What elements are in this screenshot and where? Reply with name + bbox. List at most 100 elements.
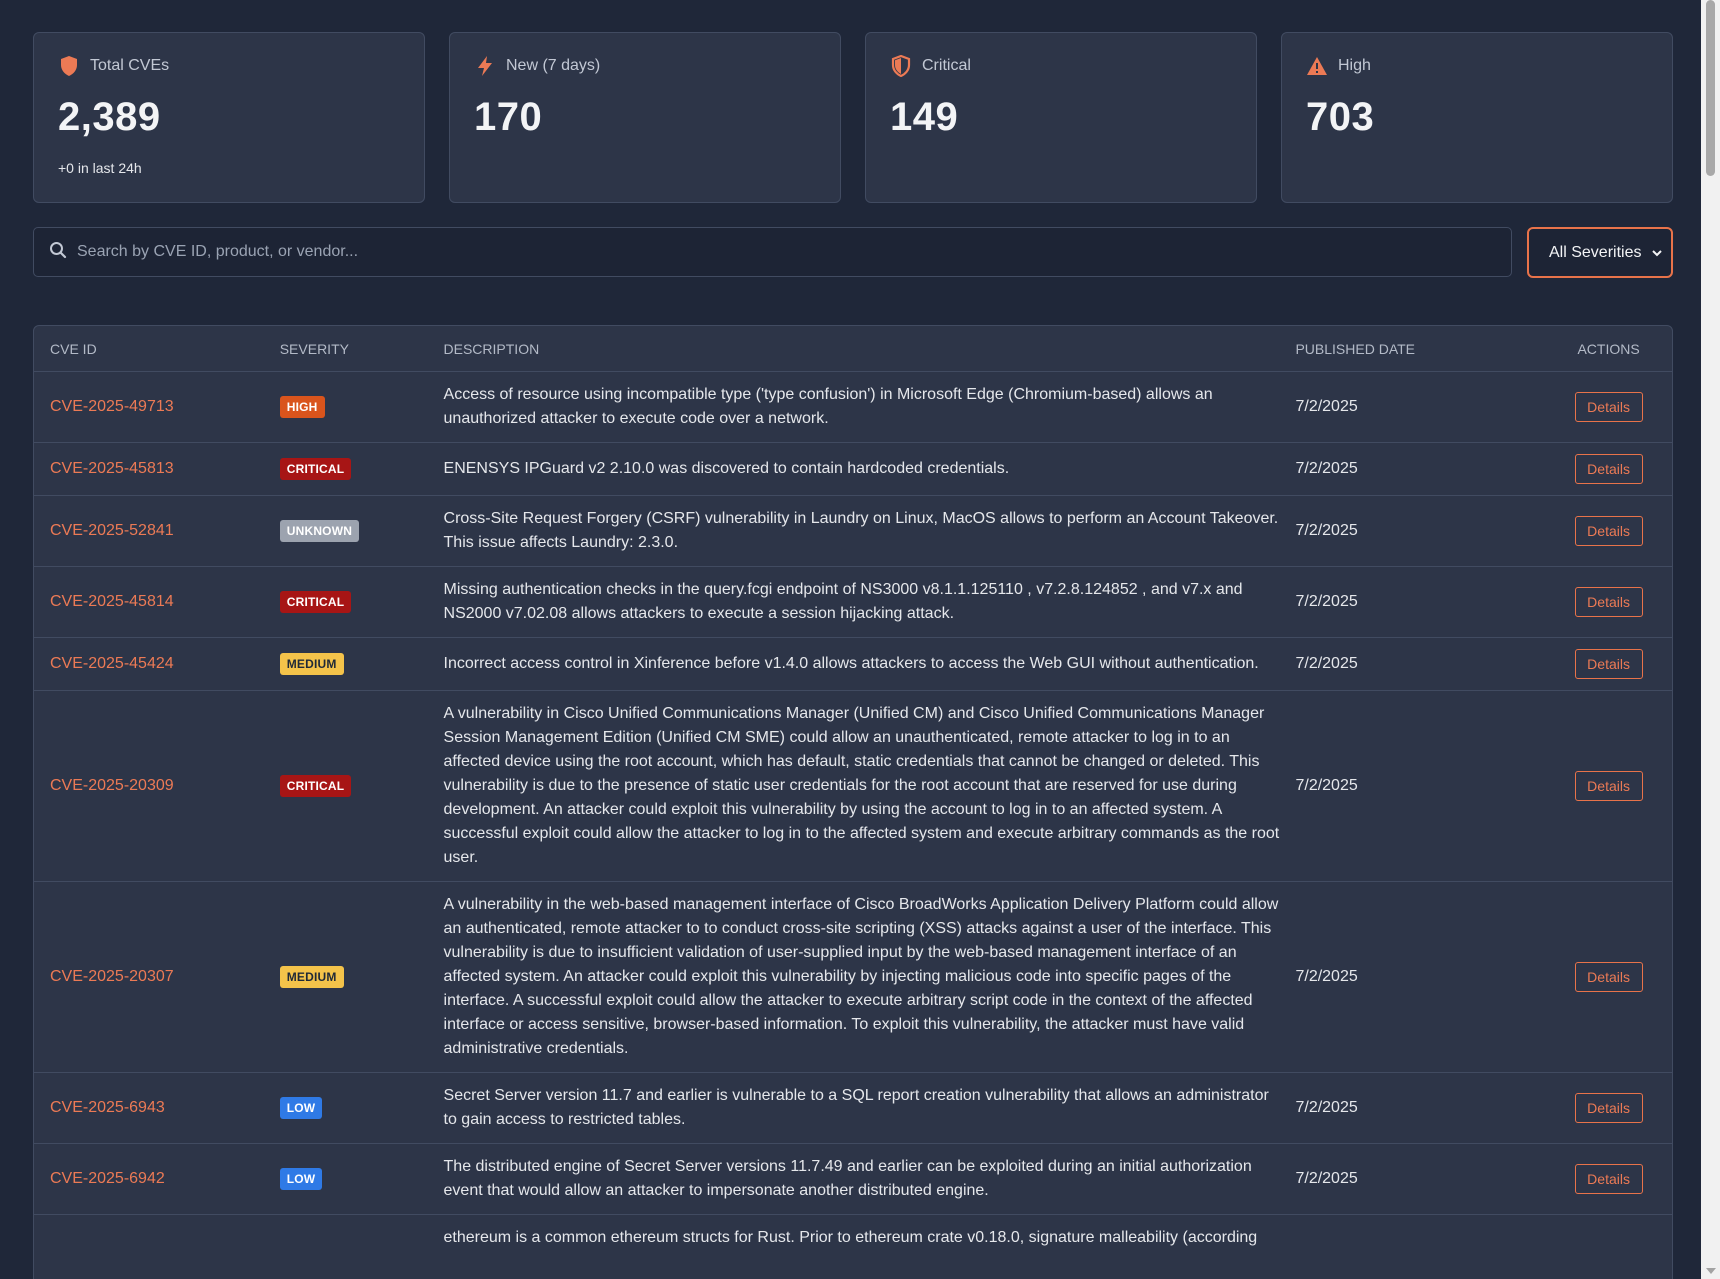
- details-button[interactable]: Details: [1574, 516, 1643, 546]
- cve-id-link[interactable]: CVE-2025-6943: [50, 1099, 165, 1116]
- details-button[interactable]: Details: [1574, 392, 1643, 422]
- cve-id-link[interactable]: CVE-2025-45424: [50, 655, 174, 672]
- stat-value: 2,389: [58, 95, 161, 139]
- cell-severity: UNKNOWN: [279, 520, 444, 542]
- cell-cve-id: CVE-2025-49713: [34, 398, 280, 416]
- details-button[interactable]: Details: [1574, 454, 1643, 484]
- cve-id-link[interactable]: CVE-2025-20309: [50, 777, 174, 794]
- cell-description: A vulnerability in the web-based managem…: [443, 896, 1279, 1057]
- cell-published-date: 7/2/2025: [1295, 593, 1358, 610]
- chevron-down-icon: [1651, 243, 1663, 268]
- cell-actions: Details: [1545, 392, 1672, 422]
- table-body: CVE-2025-49713 HIGH Access of resource usi…: [34, 372, 1672, 1261]
- scroll-down-arrow[interactable]: [1706, 1268, 1716, 1274]
- cell-description: ENENSYS IPGuard v2 2.10.0 was discovered…: [443, 460, 1010, 477]
- cell-published-date: 7/2/2025: [1295, 460, 1358, 477]
- stat-card-critical: Critical 149: [865, 32, 1257, 203]
- stat-value: 149: [890, 95, 959, 139]
- cell-actions: Details: [1545, 649, 1672, 679]
- severity-badge: MEDIUM: [279, 966, 344, 988]
- cve-id-link[interactable]: CVE-2025-52841: [50, 522, 174, 539]
- details-button[interactable]: Details: [1574, 649, 1643, 679]
- cve-id-link[interactable]: CVE-2025-6942: [50, 1170, 165, 1187]
- details-button[interactable]: Details: [1574, 587, 1643, 617]
- cell-severity: HIGH: [279, 396, 444, 418]
- cell-description: Missing authentication checks in the que…: [443, 581, 1243, 622]
- search-icon: [49, 241, 67, 264]
- table-row: CVE-2025-20309 CRITICAL A vulnerability in…: [34, 691, 1672, 882]
- search-box[interactable]: [33, 227, 1512, 277]
- cell-published-date: 7/2/2025: [1295, 777, 1358, 794]
- header-severity: SEVERITY: [279, 340, 349, 357]
- table-row: CVE-2025-45813 CRITICAL ENENSYS IPGuard v2…: [34, 443, 1672, 496]
- table-header: CVE ID SEVERITY DESCRIPTION PUBLISHED DA…: [34, 326, 1672, 372]
- cve-id-link[interactable]: CVE-2025-20307: [50, 968, 174, 985]
- stat-card-new: New (7 days) 170: [449, 32, 841, 203]
- scrollbar-thumb[interactable]: [1706, 0, 1715, 176]
- header-published-date: PUBLISHED DATE: [1295, 340, 1416, 357]
- cell-cve-id: CVE-2025-45813: [34, 460, 280, 478]
- header-description: DESCRIPTION: [443, 340, 540, 357]
- severity-filter-select[interactable]: All Severities: [1527, 227, 1673, 278]
- severity-badge: MEDIUM: [279, 653, 344, 675]
- cell-published-date: 7/2/2025: [1295, 968, 1358, 985]
- severity-badge: CRITICAL: [279, 591, 352, 613]
- cell-description: Secret Server version 11.7 and earlier i…: [443, 1087, 1269, 1128]
- cell-actions: Details: [1545, 587, 1672, 617]
- details-button[interactable]: Details: [1574, 962, 1643, 992]
- cell-description: ethereum is a common ethereum structs fo…: [443, 1229, 1258, 1246]
- cell-cve-id: CVE-2025-20307: [34, 968, 280, 986]
- stat-label: Critical: [922, 57, 971, 74]
- cve-id-link[interactable]: CVE-2025-45814: [50, 593, 174, 610]
- cell-severity: MEDIUM: [279, 653, 444, 675]
- details-button[interactable]: Details: [1574, 1093, 1643, 1123]
- stat-sub: +0 in last 24h: [58, 160, 142, 176]
- stat-card-total: Total CVEs 2,389 +0 in last 24h: [33, 32, 425, 203]
- cell-description: The distributed engine of Secret Server …: [443, 1158, 1252, 1199]
- cell-cve-id: CVE-2025-45424: [34, 655, 280, 673]
- cell-actions: Details: [1545, 771, 1672, 801]
- stat-label: Total CVEs: [90, 57, 170, 74]
- table-row: CVE-2025-6942 LOW The distributed engine o…: [34, 1144, 1672, 1215]
- cell-published-date: 7/2/2025: [1295, 1099, 1358, 1116]
- details-button[interactable]: Details: [1574, 1164, 1643, 1194]
- shield-half-icon: [890, 55, 912, 77]
- table-row: CVE-2025-49713 HIGH Access of resource usi…: [34, 372, 1672, 443]
- cell-severity: CRITICAL: [279, 591, 444, 613]
- cell-published-date: 7/2/2025: [1295, 398, 1358, 415]
- cell-severity: CRITICAL: [279, 458, 444, 480]
- cell-cve-id: CVE-2025-52841: [34, 522, 280, 540]
- cell-cve-id: CVE-2025-20309: [34, 777, 280, 795]
- table-row: CVE-2025-45814 CRITICAL Missing authentica…: [34, 567, 1672, 638]
- scrollbar[interactable]: [1701, 0, 1720, 1279]
- cell-description: Incorrect access control in Xinference b…: [443, 655, 1259, 672]
- table-row: ethereum is a common ethereum structs fo…: [34, 1215, 1672, 1261]
- table-row: CVE-2025-52841 UNKNOWN Cross-Site Request …: [34, 496, 1672, 567]
- search-input[interactable]: [77, 243, 1477, 261]
- cell-description: Cross-Site Request Forgery (CSRF) vulner…: [443, 510, 1279, 551]
- bolt-icon: [474, 55, 496, 77]
- cell-severity: LOW: [279, 1097, 444, 1119]
- table-row: CVE-2025-6943 LOW Secret Server version 11…: [34, 1073, 1672, 1144]
- details-button[interactable]: Details: [1574, 771, 1643, 801]
- table-row: CVE-2025-20307 MEDIUM A vulnerability in t…: [34, 882, 1672, 1073]
- cell-severity: LOW: [279, 1168, 444, 1190]
- header-actions: ACTIONS: [1577, 340, 1640, 357]
- cell-published-date: 7/2/2025: [1295, 655, 1358, 672]
- severity-filter-value: All Severities: [1549, 243, 1642, 261]
- stat-value: 703: [1306, 95, 1375, 139]
- stat-value: 170: [474, 95, 543, 139]
- stat-label: New (7 days): [506, 57, 601, 74]
- cell-actions: Details: [1545, 516, 1672, 546]
- stat-card-high: High 703: [1281, 32, 1673, 203]
- cell-published-date: 7/2/2025: [1295, 522, 1358, 539]
- stats-row: Total CVEs 2,389 +0 in last 24h New (7 d…: [33, 32, 1673, 203]
- severity-badge: CRITICAL: [279, 775, 352, 797]
- severity-badge: LOW: [279, 1168, 323, 1190]
- cell-cve-id: CVE-2025-45814: [34, 593, 280, 611]
- cve-id-link[interactable]: CVE-2025-45813: [50, 460, 174, 477]
- cell-description: A vulnerability in Cisco Unified Communi…: [443, 705, 1280, 866]
- cve-id-link[interactable]: CVE-2025-49713: [50, 398, 174, 415]
- cell-actions: Details: [1545, 1093, 1672, 1123]
- severity-badge: CRITICAL: [279, 458, 352, 480]
